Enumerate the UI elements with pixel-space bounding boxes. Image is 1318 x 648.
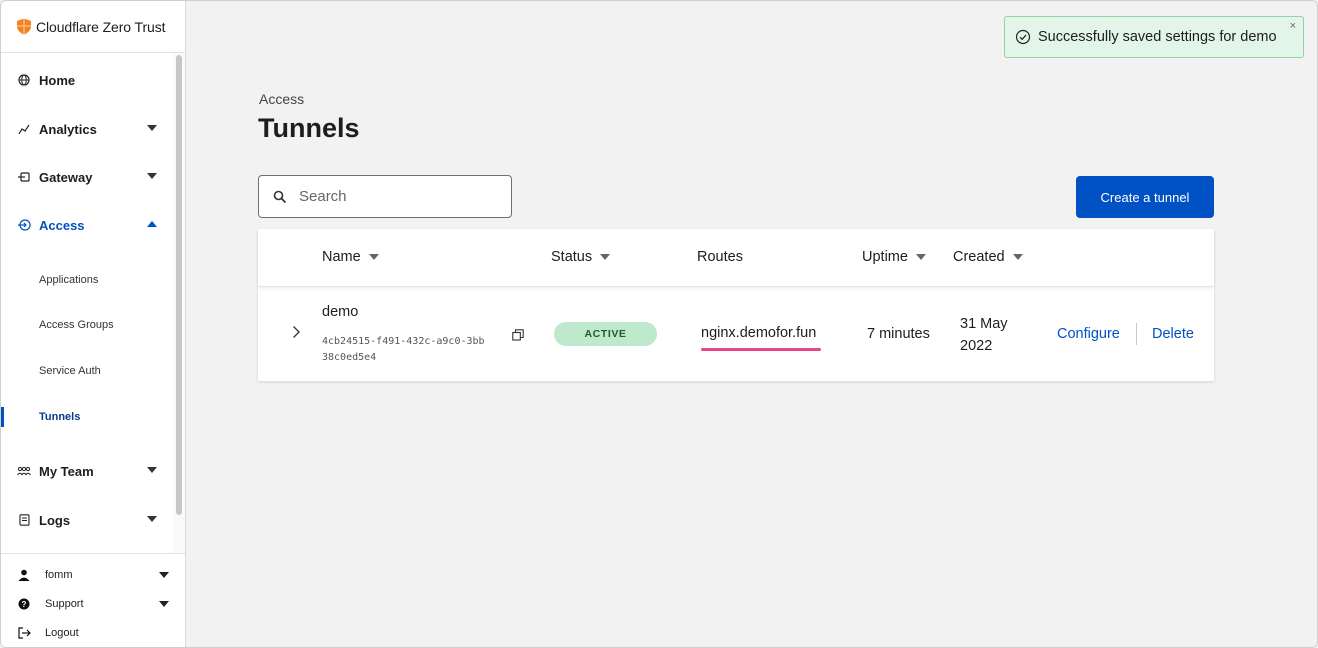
column-header-label: Name: [322, 249, 361, 265]
sidebar-subitem-label: Access Groups: [39, 319, 114, 331]
column-header-routes: Routes: [697, 249, 743, 265]
sidebar-item-label: Gateway: [39, 169, 93, 185]
sidebar-scrollbar-thumb[interactable]: [176, 55, 182, 515]
logs-icon: [17, 513, 31, 527]
sidebar-footer: fomm ? Support Logout: [1, 553, 185, 647]
sidebar-subitem-tunnels[interactable]: Tunnels: [1, 402, 173, 432]
app-window: Cloudflare Zero Trust Home Analytics Gat…: [0, 0, 1318, 648]
sidebar-item-label: Access: [39, 217, 85, 233]
column-header-created[interactable]: Created: [953, 249, 1023, 265]
chevron-down-icon: [147, 125, 157, 131]
sidebar-item-my-team[interactable]: My Team: [1, 454, 173, 488]
chevron-down-icon: [159, 601, 169, 607]
search-box[interactable]: [258, 175, 512, 218]
breadcrumb[interactable]: Access: [259, 91, 304, 107]
sidebar: Cloudflare Zero Trust Home Analytics Gat…: [1, 1, 186, 647]
user-icon: [17, 569, 31, 581]
logout-icon: [17, 627, 31, 639]
sidebar-nav: Home Analytics Gateway Access Applicatio…: [1, 53, 173, 553]
configure-link[interactable]: Configure: [1057, 326, 1120, 342]
route-highlight: [701, 348, 821, 351]
sort-down-icon: [915, 254, 926, 260]
uptime-value: 7 minutes: [867, 326, 930, 342]
sidebar-item-label: Analytics: [39, 121, 97, 137]
team-icon: [17, 464, 31, 478]
analytics-icon: [17, 122, 31, 136]
chevron-down-icon: [159, 572, 169, 578]
brand-name: Cloudflare Zero Trust: [36, 18, 166, 35]
sidebar-subitem-label: Service Auth: [39, 365, 101, 377]
column-header-status[interactable]: Status: [551, 249, 611, 265]
tunnels-table: Name Status Routes Uptime Created demo 4…: [258, 229, 1214, 381]
search-input[interactable]: [299, 188, 499, 205]
sidebar-item-label: Logs: [39, 512, 71, 528]
sidebar-item-gateway[interactable]: Gateway: [1, 160, 173, 194]
sidebar-item-label: My Team: [39, 463, 94, 479]
account-menu[interactable]: fomm: [1, 564, 185, 586]
table-header: Name Status Routes Uptime Created: [258, 229, 1214, 287]
support-label: Support: [45, 598, 84, 610]
column-header-label: Created: [953, 249, 1005, 265]
column-header-name[interactable]: Name: [322, 249, 379, 265]
route-value: nginx.demofor.fun: [701, 325, 817, 341]
sort-down-icon: [368, 254, 379, 260]
create-tunnel-button[interactable]: Create a tunnel: [1076, 176, 1214, 218]
sidebar-subitem-service-auth[interactable]: Service Auth: [1, 356, 173, 386]
page-title: Tunnels: [258, 113, 360, 143]
created-value: 31 May 2022: [960, 316, 1008, 354]
support-menu[interactable]: ? Support: [1, 593, 185, 615]
logout-link[interactable]: Logout: [1, 622, 185, 644]
status-badge: ACTIVE: [554, 322, 657, 346]
cloudflare-shield-icon: [17, 18, 31, 35]
sort-down-icon: [600, 254, 611, 260]
chevron-down-icon: [147, 173, 157, 179]
check-circle-icon: [1015, 29, 1031, 45]
sidebar-scrollbar[interactable]: [173, 53, 185, 553]
svg-text:?: ?: [22, 600, 27, 609]
column-header-label: Status: [551, 249, 593, 265]
help-icon: ?: [17, 598, 31, 610]
sidebar-item-home[interactable]: Home: [1, 63, 173, 97]
globe-icon: [17, 73, 31, 87]
access-icon: [17, 218, 31, 232]
sidebar-item-label: Home: [39, 72, 76, 88]
search-icon: [273, 190, 287, 203]
sidebar-item-analytics[interactable]: Analytics: [1, 112, 173, 146]
chevron-up-icon: [147, 221, 157, 227]
column-header-label: Uptime: [862, 249, 908, 265]
table-row: demo 4cb24515-f491-432c-a9c0-3bb38c0ed5e…: [258, 291, 1214, 381]
column-header-uptime[interactable]: Uptime: [862, 249, 926, 265]
sidebar-item-access[interactable]: Access: [1, 208, 173, 242]
main-content: Access Tunnels Create a tunnel Name Stat…: [186, 1, 1317, 647]
sort-down-icon: [1012, 254, 1023, 260]
chevron-down-icon: [147, 516, 157, 522]
column-header-label: Routes: [697, 249, 743, 265]
tunnel-id: 4cb24515-f491-432c-a9c0-3bb38c0ed5e4: [322, 336, 485, 363]
logout-label: Logout: [45, 627, 79, 639]
gateway-icon: [17, 170, 31, 184]
copy-icon[interactable]: [512, 329, 524, 341]
action-divider: [1136, 323, 1137, 345]
brand-header[interactable]: Cloudflare Zero Trust: [1, 1, 185, 53]
chevron-right-icon[interactable]: [292, 325, 301, 344]
sidebar-subitem-label: Applications: [39, 274, 99, 286]
sidebar-subitem-label: Tunnels: [39, 411, 81, 423]
account-name: fomm: [45, 569, 73, 581]
sidebar-subitem-applications[interactable]: Applications: [1, 265, 173, 295]
toast-message: Successfully saved settings for demo: [1038, 29, 1277, 45]
tunnel-name: demo: [322, 304, 359, 320]
sidebar-item-logs[interactable]: Logs: [1, 503, 173, 537]
chevron-down-icon: [147, 467, 157, 473]
success-toast: Successfully saved settings for demo ×: [1004, 16, 1304, 58]
sidebar-subitem-access-groups[interactable]: Access Groups: [1, 310, 173, 340]
delete-link[interactable]: Delete: [1152, 326, 1194, 342]
close-icon[interactable]: ×: [1290, 20, 1296, 32]
